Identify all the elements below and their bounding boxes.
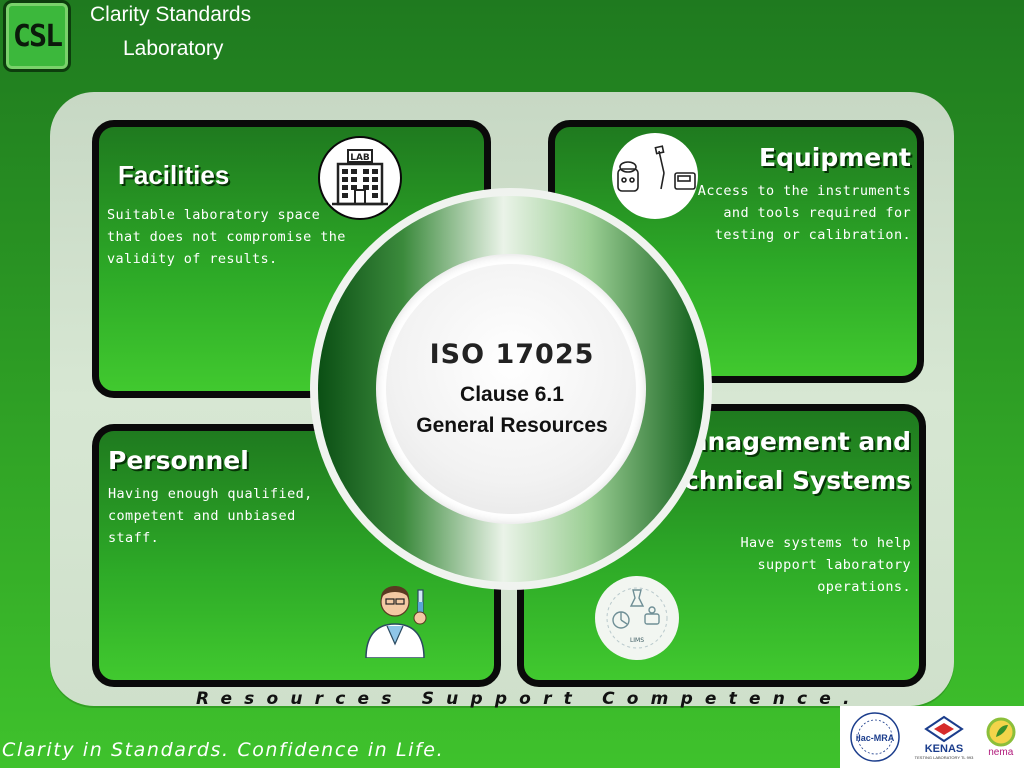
- brand-name-line2: Laboratory: [123, 37, 224, 60]
- kenas-logo: KENAS TESTING LABORATORY TL 993: [915, 715, 973, 760]
- ilac-mra-logo: ilac-MRA: [848, 710, 902, 764]
- scientist-icon: [354, 574, 436, 659]
- personnel-description: Having enough qualified, competent and u…: [108, 486, 313, 546]
- accreditation-logos: ilac-MRA KENAS TESTING LABORATORY TL 993…: [840, 706, 1024, 768]
- lims-icon: LIMS: [595, 576, 679, 660]
- brand-name-line1: Clarity Standards: [90, 3, 252, 26]
- standard-title: ISO 17025: [429, 339, 595, 370]
- svg-text:ilac-MRA: ilac-MRA: [856, 733, 895, 743]
- nema-logo: nema: [986, 717, 1016, 758]
- lab-equipment-icon: [612, 133, 698, 219]
- personnel-title: Personnel: [108, 446, 249, 475]
- tagline: Resources Support Competence.: [196, 689, 862, 709]
- footer-slogan: Clarity in Standards. Confidence in Life…: [2, 739, 445, 761]
- svg-text:LIMS: LIMS: [630, 637, 644, 644]
- clause-topic: General Resources: [416, 414, 608, 437]
- clause-label: Clause 6.1: [460, 383, 564, 406]
- lab-building-icon: LAB: [318, 136, 402, 220]
- csl-logo: CSL: [3, 0, 71, 72]
- management-description: Have systems to help support laboratory …: [740, 535, 911, 595]
- facilities-title: Facilities: [118, 160, 230, 190]
- svg-text:LAB: LAB: [350, 153, 370, 163]
- facilities-description: Suitable laboratory space that does not …: [107, 207, 346, 267]
- equipment-title: Equipment: [759, 143, 911, 172]
- equipment-description: Access to the instruments and tools requ…: [697, 183, 911, 243]
